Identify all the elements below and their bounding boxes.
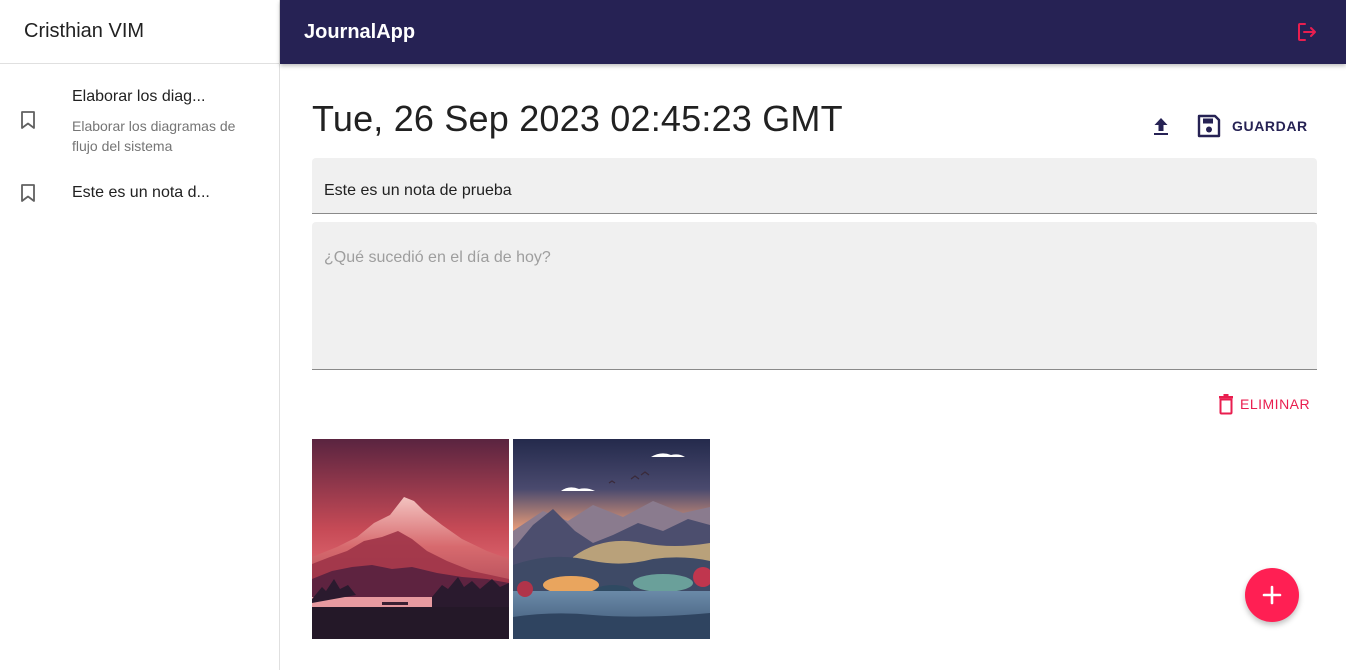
plus-icon	[1262, 585, 1282, 605]
journal-app: Cristhian VIM Elaborar los diag... Elabo…	[0, 0, 1346, 670]
note-date: Tue, 26 Sep 2023 02:45:23 GMT	[312, 98, 843, 139]
title-input[interactable]	[324, 182, 1304, 200]
note-title: Este es un nota d...	[72, 184, 210, 201]
note-image[interactable]	[312, 439, 509, 639]
note-body: Elaborar los diagramas de flujo del sist…	[72, 118, 236, 154]
sidebar: Cristhian VIM Elaborar los diag... Elabo…	[0, 0, 280, 670]
body-field	[312, 222, 1317, 370]
note-title: Elaborar los diag...	[72, 88, 206, 105]
sidebar-header: Cristhian VIM	[0, 0, 279, 64]
body-textarea[interactable]	[324, 249, 1304, 359]
delete-label: ELIMINAR	[1240, 396, 1311, 412]
title-field	[312, 158, 1317, 214]
save-button[interactable]: GUARDAR	[1196, 110, 1308, 142]
upload-button[interactable]	[1148, 113, 1174, 139]
bookmark-icon	[21, 184, 35, 202]
sunset-lake-forest-landscape-image	[513, 439, 710, 639]
app-title: JournalApp	[304, 20, 416, 43]
sidebar-note-item[interactable]: Este es un nota d...	[0, 168, 279, 220]
save-icon	[1197, 114, 1221, 138]
sidebar-note-item[interactable]: Elaborar los diag... Elaborar los diagra…	[0, 64, 279, 168]
note-image[interactable]	[513, 439, 710, 639]
delete-button[interactable]: ELIMINAR	[1216, 392, 1310, 416]
trash-icon	[1219, 394, 1233, 415]
upload-icon	[1154, 118, 1168, 135]
red-mountain-landscape-image	[312, 439, 509, 639]
bookmark-icon	[21, 111, 35, 129]
logout-icon[interactable]	[1296, 21, 1318, 43]
app-bar: JournalApp	[280, 0, 1346, 64]
user-name: Cristhian VIM	[24, 20, 145, 42]
save-label: GUARDAR	[1232, 118, 1308, 134]
add-note-button[interactable]	[1245, 568, 1299, 622]
